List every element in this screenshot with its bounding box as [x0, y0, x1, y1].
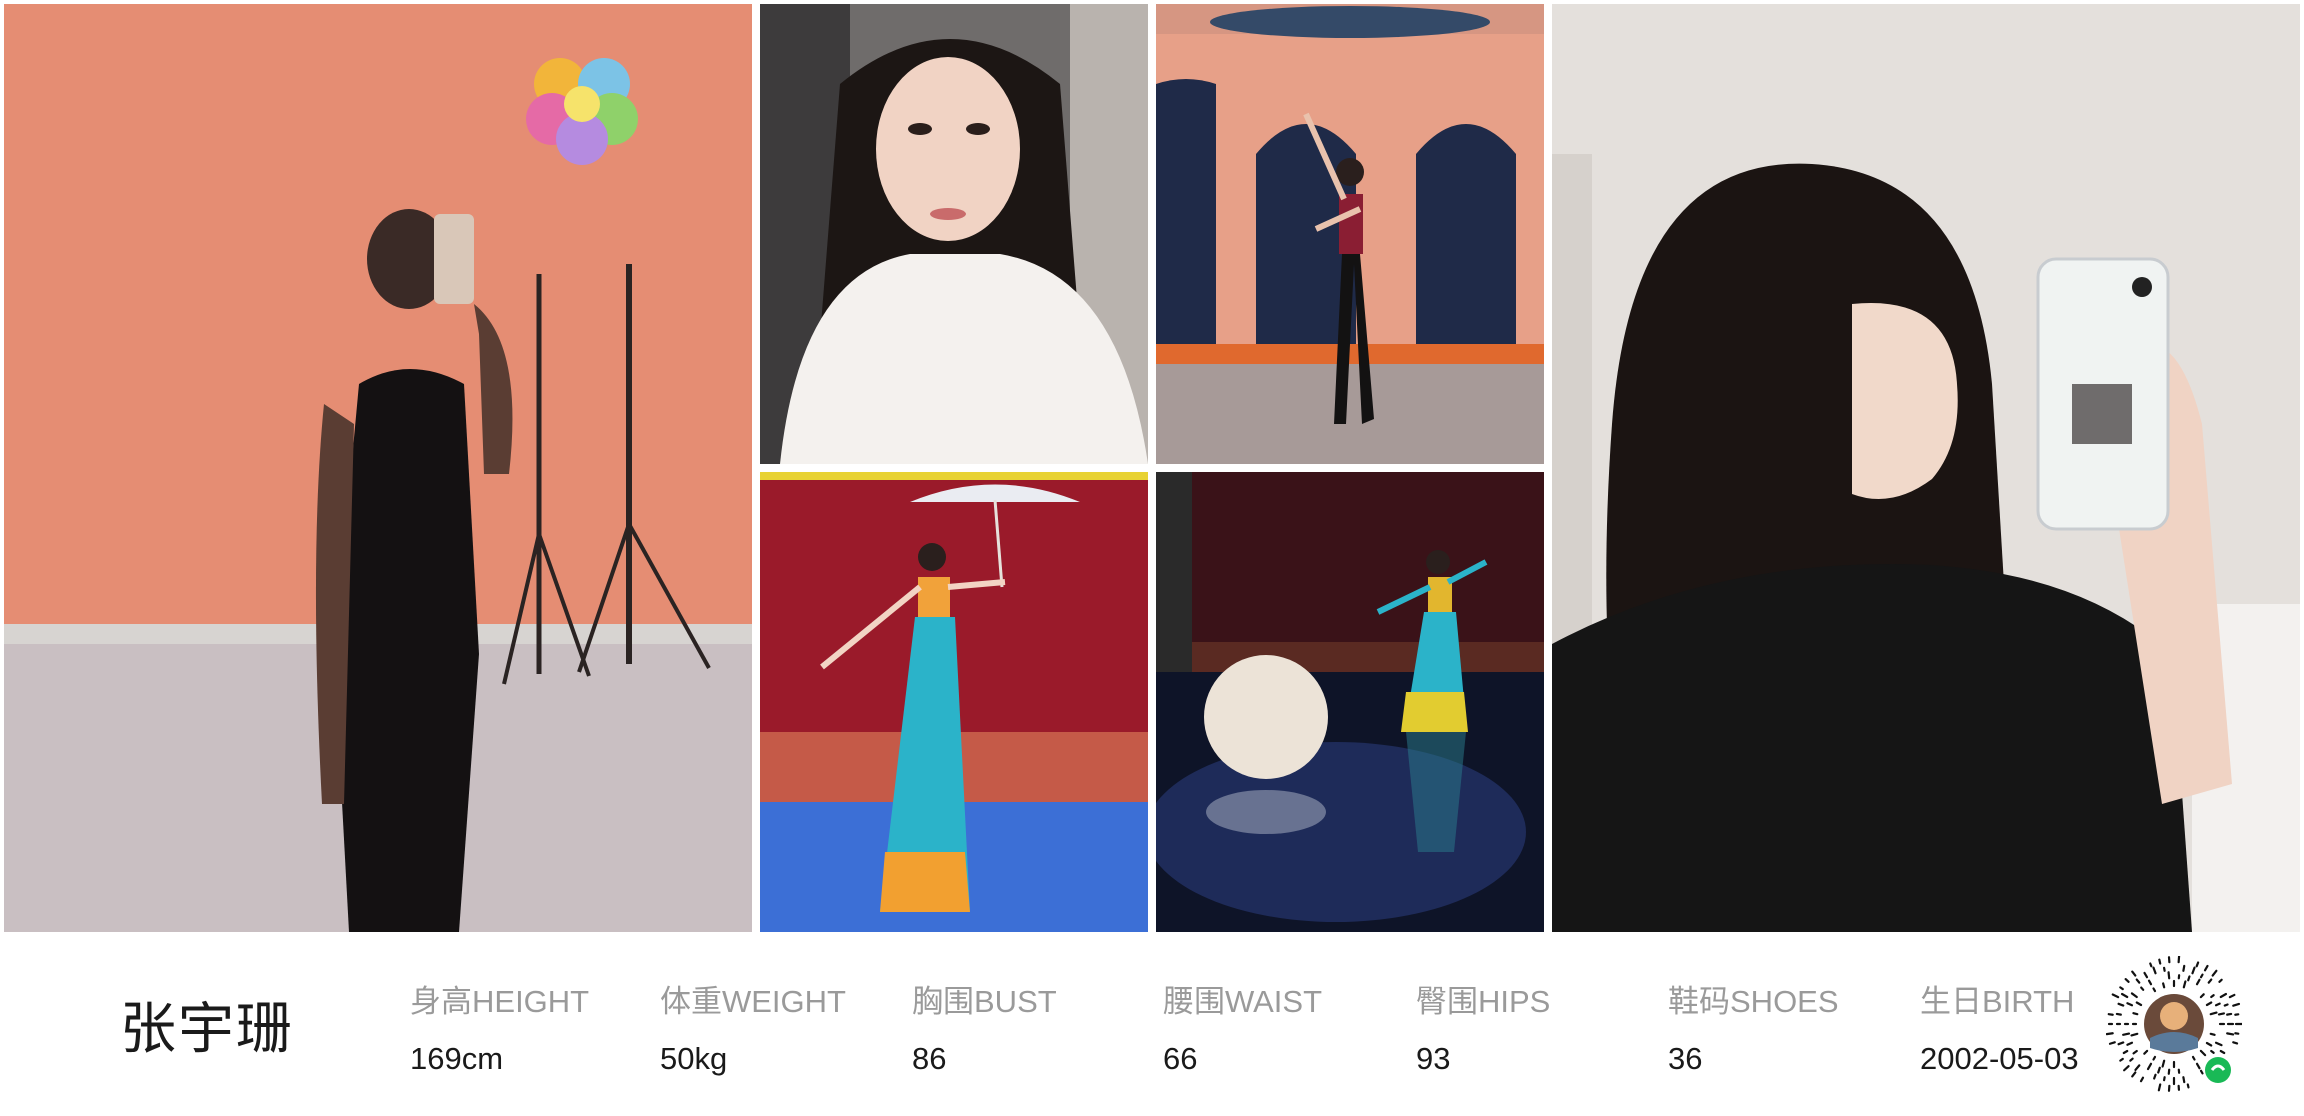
stat-label: 胸围BUST [912, 984, 1057, 1019]
info-bar: 张宇珊 身高HEIGHT 169cm 体重WEIGHT 50kg 胸围BUST … [0, 932, 2304, 1116]
stat-value: 86 [912, 1041, 947, 1076]
stat-label: 体重WEIGHT [660, 984, 846, 1019]
stat-value: 36 [1668, 1041, 1703, 1076]
stat-label: 生日BIRTH [1920, 984, 2075, 1019]
photo-stage-dance-dark [1156, 472, 1544, 932]
photo-stage-dance-umbrella [760, 472, 1148, 932]
stat-birth: 生日BIRTH 2002-05-03 [1920, 976, 2079, 1077]
mini-program-code-icon[interactable] [2106, 956, 2242, 1092]
model-name: 张宇珊 [120, 997, 294, 1062]
stat-value: 93 [1416, 1041, 1451, 1076]
model-card: 张宇珊 身高HEIGHT 169cm 体重WEIGHT 50kg 胸围BUST … [0, 0, 2304, 1116]
photo-portrait-white-sweater [760, 4, 1148, 464]
photo-ballet-pose [1156, 4, 1544, 464]
stat-value: 169cm [410, 1041, 504, 1076]
stat-bust: 胸围BUST 86 [912, 976, 1057, 1077]
stat-value: 66 [1163, 1041, 1198, 1076]
photo-mirror-selfie-profile [1552, 4, 2300, 932]
stat-label: 鞋码SHOES [1668, 984, 1839, 1019]
stat-weight: 体重WEIGHT 50kg [660, 976, 846, 1077]
wechat-badge-icon [2205, 1057, 2231, 1083]
stat-height: 身高HEIGHT 169cm [410, 976, 589, 1077]
stat-label: 身高HEIGHT [410, 984, 590, 1019]
stat-value: 50kg [660, 1041, 728, 1076]
stat-label: 腰围WAIST [1163, 984, 1323, 1019]
stat-label: 臀围HIPS [1416, 984, 1551, 1019]
stat-waist: 腰围WAIST 66 [1163, 976, 1322, 1077]
stat-shoes: 鞋码SHOES 36 [1668, 976, 1839, 1077]
stat-hips: 臀围HIPS 93 [1416, 976, 1550, 1077]
stat-value: 2002-05-03 [1920, 1041, 2079, 1076]
photo-mirror-selfie-studio [4, 4, 752, 932]
